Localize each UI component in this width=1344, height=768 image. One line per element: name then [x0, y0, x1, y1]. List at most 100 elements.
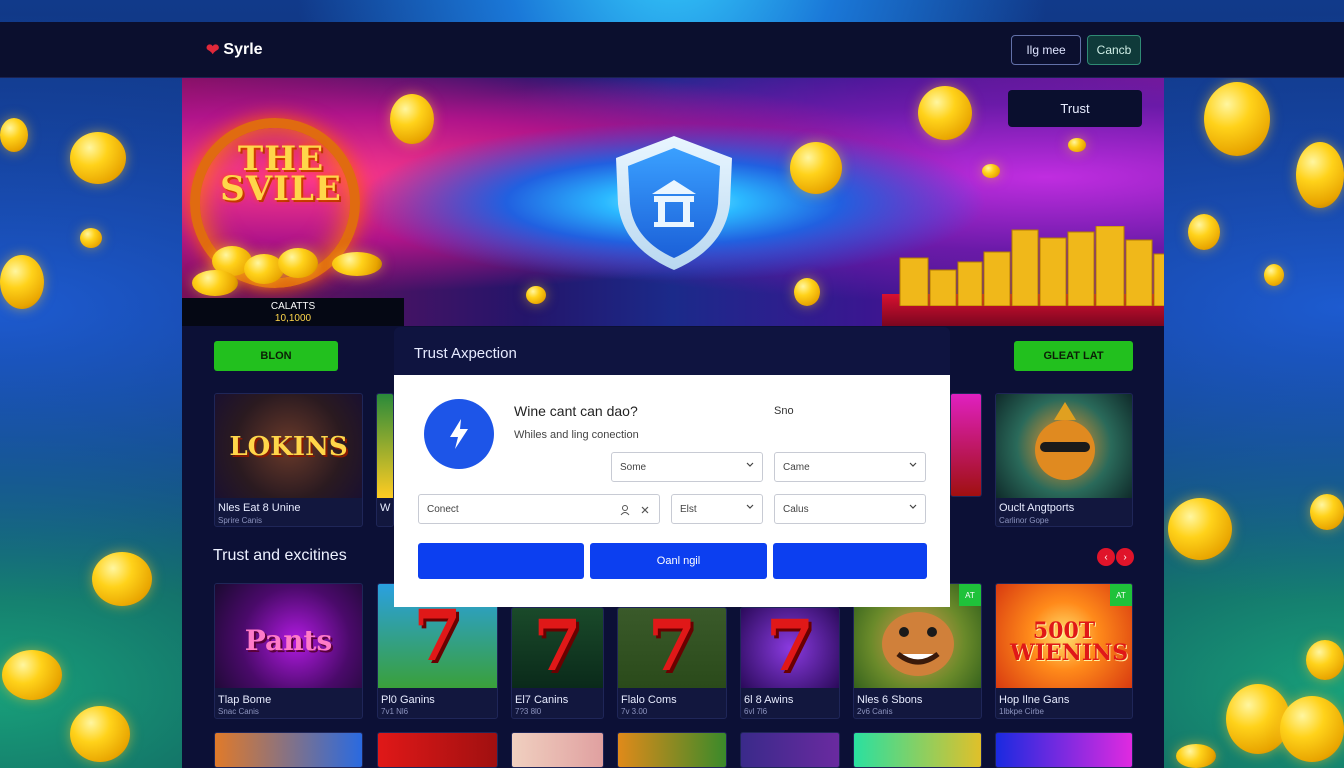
- game-title: Nles 6 Sbons: [857, 694, 923, 706]
- coin-decoration: [526, 286, 546, 304]
- elst-select[interactable]: Elst: [671, 494, 763, 524]
- coin-decoration: [1306, 640, 1344, 680]
- jackpot-label: CALATTS: [270, 301, 316, 312]
- modal-title: Wine cant can dao?: [514, 403, 638, 419]
- coin-decoration: [70, 132, 126, 184]
- game-subtitle: Carlinor Gope: [999, 516, 1049, 525]
- pager-next-button[interactable]: ›: [1116, 548, 1134, 566]
- game-tile[interactable]: LOKINS Nles Eat 8 Unine Sprire Canis: [214, 393, 363, 527]
- jackpot-counter: CALATTS 10,1000: [182, 298, 404, 326]
- game-badge: AT: [959, 584, 981, 606]
- game-tile[interactable]: W: [376, 393, 394, 527]
- coin-decoration: [1204, 82, 1270, 156]
- modal-header-title: Trust Axpection: [414, 345, 517, 362]
- game-title: El7 Canins: [515, 694, 569, 706]
- coin-decoration: [1068, 138, 1086, 152]
- coin-decoration: [1296, 142, 1344, 208]
- logo-text: Syrle: [223, 41, 263, 58]
- game-subtitle: Snac Canis: [218, 707, 259, 716]
- select-value: Some: [620, 461, 647, 473]
- coin-decoration: [1264, 264, 1284, 286]
- game-subtitle: 2v6 Canis: [857, 707, 893, 716]
- chevron-down-icon: [909, 504, 917, 509]
- game-tile[interactable]: [617, 732, 727, 768]
- coin-decoration: [70, 706, 130, 762]
- shield-bank-icon: [616, 136, 732, 270]
- hero-banner: THE SVILE CALATTS 10,1000 Trust: [182, 78, 1164, 326]
- monster-character-icon: [1035, 402, 1095, 480]
- game-subtitle: 7v1 Nl6: [381, 707, 409, 716]
- game-title: Nles Eat 8 Unine: [218, 502, 301, 514]
- modal-header: Trust Axpection: [394, 327, 950, 375]
- game-tile[interactable]: [853, 732, 982, 768]
- modal-side-label: Sno: [774, 405, 794, 417]
- modal-confirm-button[interactable]: Oanl ngil: [590, 543, 767, 579]
- modal-subtitle: Whiles and ling conection: [514, 429, 639, 441]
- game-subtitle: Sprire Canis: [218, 516, 263, 525]
- game-art-text: 7: [647, 607, 697, 687]
- game-tile[interactable]: [950, 393, 982, 497]
- blon-button[interactable]: BLON: [214, 341, 338, 371]
- coin-decoration: [2, 650, 62, 700]
- game-tile[interactable]: [377, 732, 498, 768]
- section-title: Trust and excitines: [213, 547, 347, 564]
- coin-decoration: [332, 252, 382, 276]
- select-value: Elst: [680, 503, 697, 515]
- coin-decoration: [0, 118, 28, 152]
- user-icon: [620, 505, 630, 516]
- game-tile[interactable]: Pants Tlap Bome Snac Canis: [214, 583, 363, 719]
- game-title: Tlap Bome: [218, 694, 272, 706]
- game-tile[interactable]: Ouclt Angtports Carlinor Gope: [995, 393, 1133, 527]
- gleat-lat-button[interactable]: GLEAT LAT: [1014, 341, 1133, 371]
- game-tile[interactable]: 7 El7 Canins 7?3 8l0: [511, 607, 604, 719]
- game-art: [996, 394, 1132, 498]
- game-badge: AT: [1110, 584, 1132, 606]
- game-tile[interactable]: [740, 732, 840, 768]
- game-tile[interactable]: [214, 732, 363, 768]
- some-select[interactable]: Some: [611, 452, 763, 482]
- game-title: 6l 8 Awins: [744, 694, 794, 706]
- clear-icon[interactable]: [639, 504, 651, 516]
- game-subtitle: 7v 3.00: [621, 707, 648, 716]
- game-art-text: 500T WIENINS: [1010, 618, 1129, 666]
- coin-decoration: [1188, 214, 1220, 250]
- game-tile[interactable]: 7 Flalo Coms 7v 3.00: [617, 607, 727, 719]
- jackpot-value: 10,1000: [274, 313, 312, 324]
- top-navigation-bar: ❤ Syrle Ilg mee Cancb: [0, 22, 1344, 78]
- login-button[interactable]: Ilg mee: [1011, 35, 1081, 65]
- trust-button[interactable]: Trust: [1008, 90, 1142, 127]
- game-tile[interactable]: 500T WIENINS AT Hop Ilne Gans 1lbkpe Cir…: [995, 583, 1133, 719]
- game-art: 7: [741, 608, 839, 688]
- game-art: 7: [512, 608, 603, 688]
- game-tile[interactable]: [995, 732, 1133, 768]
- game-subtitle: 1lbkpe Cirbe: [999, 707, 1044, 716]
- modal-right-button[interactable]: [773, 543, 927, 579]
- chevron-down-icon: [746, 462, 754, 467]
- cancel-button[interactable]: Cancb: [1087, 35, 1141, 65]
- game-art: LOKINS: [215, 394, 362, 498]
- coin-decoration: [1176, 744, 1216, 768]
- coin-decoration: [982, 164, 1000, 178]
- pager-prev-button[interactable]: ‹: [1097, 548, 1115, 566]
- game-tile[interactable]: 7 6l 8 Awins 6vl 7l6: [740, 607, 840, 719]
- game-tile[interactable]: [511, 732, 604, 768]
- coin-decoration: [1168, 498, 1232, 560]
- site-logo[interactable]: ❤ Syrle: [206, 40, 263, 60]
- connect-input[interactable]: Conect: [418, 494, 660, 524]
- game-title: Pl0 Ganins: [381, 694, 435, 706]
- game-title: Hop Ilne Gans: [999, 694, 1070, 706]
- game-title: W: [380, 502, 391, 514]
- coin-decoration: [790, 142, 842, 194]
- game-art-text: 7: [765, 607, 815, 687]
- modal-dialog: Wine cant can dao? Whiles and ling conec…: [394, 375, 950, 607]
- coin-stacks-decoration: [899, 226, 1164, 306]
- came-select[interactable]: Came: [774, 452, 926, 482]
- lightning-bolt-icon: [424, 399, 494, 469]
- coin-decoration: [92, 552, 152, 606]
- calus-select[interactable]: Calus: [774, 494, 926, 524]
- game-subtitle: 7?3 8l0: [515, 707, 542, 716]
- chevron-left-icon: ‹: [1104, 551, 1108, 563]
- input-value: Conect: [427, 503, 459, 515]
- modal-left-button[interactable]: [418, 543, 584, 579]
- game-art: 7: [618, 608, 726, 688]
